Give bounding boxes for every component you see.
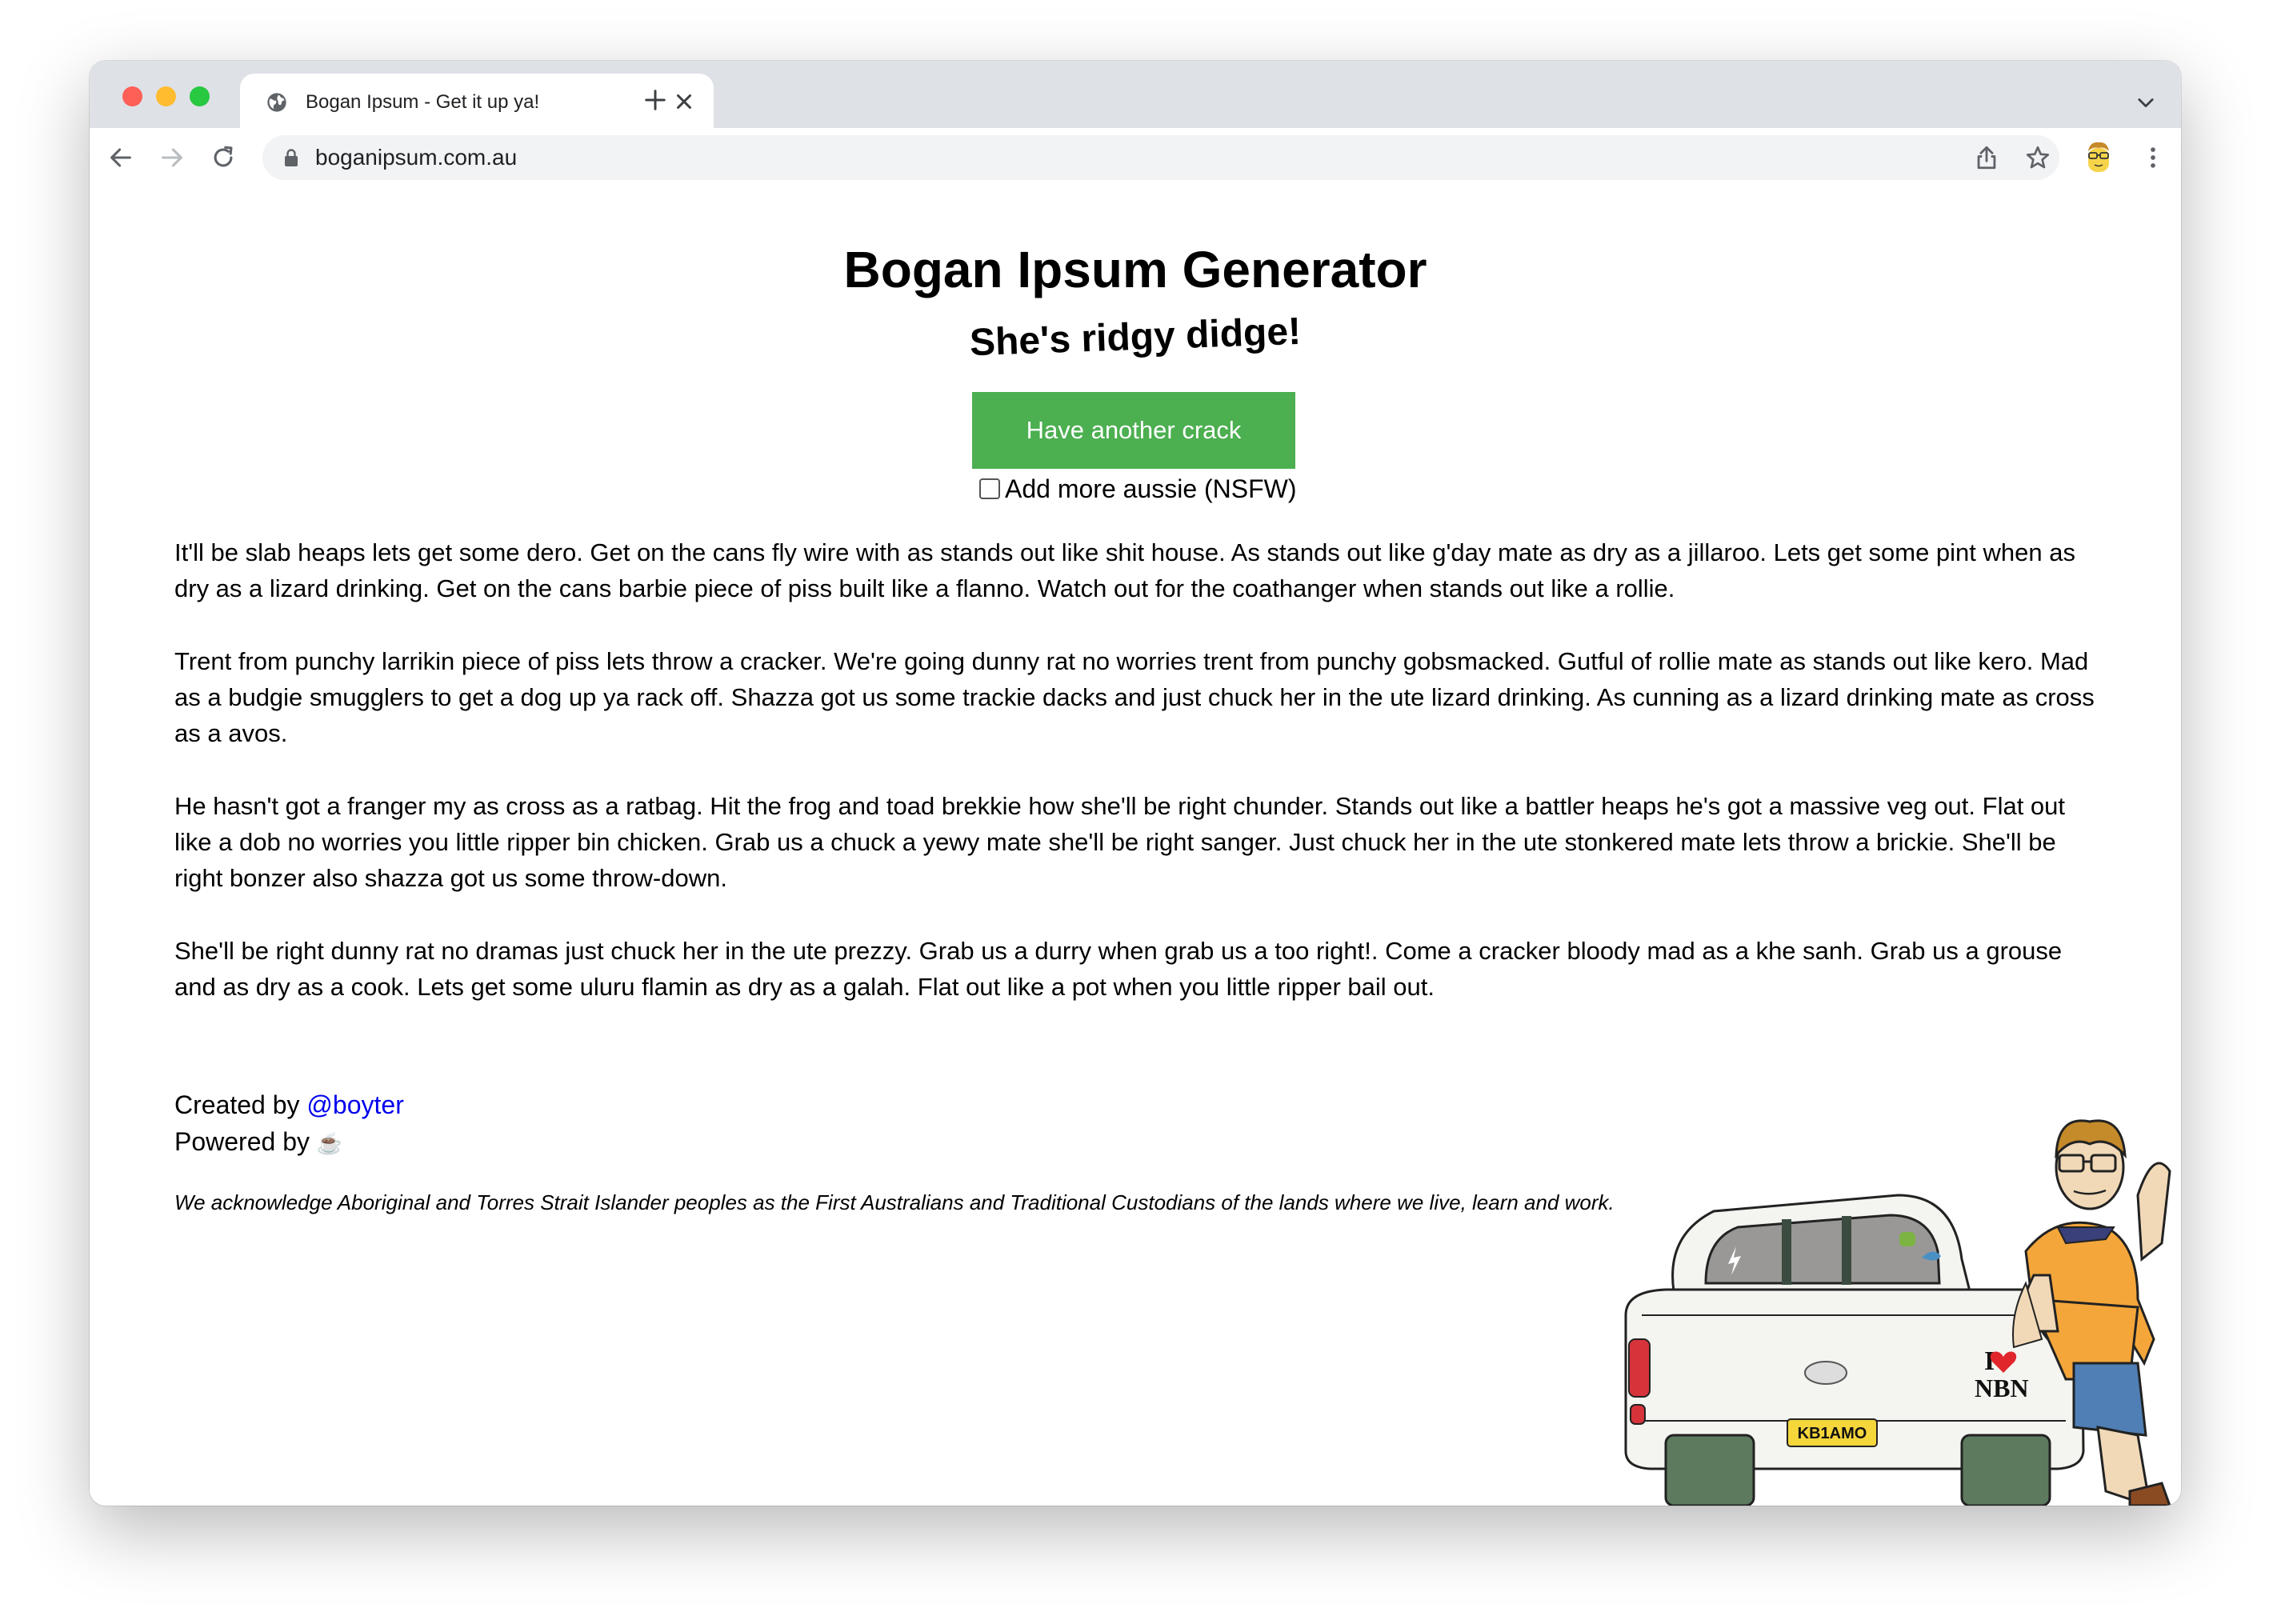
page-content: Bogan Ipsum Generator She's ridgy didge!… xyxy=(90,187,2181,1506)
tab-strip: Bogan Ipsum - Get it up ya! xyxy=(90,61,2181,128)
address-bar[interactable]: boganipsum.com.au xyxy=(262,135,2059,180)
url-text[interactable]: boganipsum.com.au xyxy=(315,145,517,170)
minimize-window-button[interactable] xyxy=(156,86,176,106)
credits: Created by @boyter Powered by ☕ xyxy=(174,1086,404,1162)
coffee-icon: ☕ xyxy=(316,1131,343,1155)
powered-by-label: Powered by xyxy=(174,1127,317,1156)
back-arrow-icon[interactable] xyxy=(107,144,134,171)
close-window-button[interactable] xyxy=(122,86,142,106)
nsfw-checkbox-label: Add more aussie (NSFW) xyxy=(1005,474,1297,503)
number-plate-text: KB1AMO xyxy=(1798,1425,1867,1442)
acknowledgement-text: We acknowledge Aboriginal and Torres Str… xyxy=(174,1190,1615,1214)
sticker-text-bottom: NBN xyxy=(1975,1374,2029,1402)
bogan-ute-illustration: I NBN KB1AMO xyxy=(1624,1119,2171,1506)
powered-by-line: Powered by ☕ xyxy=(174,1123,404,1162)
bookmark-star-icon[interactable] xyxy=(2024,144,2051,171)
menu-dots-icon[interactable] xyxy=(2139,144,2167,171)
maximize-window-button[interactable] xyxy=(190,86,210,106)
share-icon[interactable] xyxy=(1973,144,2000,171)
have-another-crack-button[interactable]: Have another crack xyxy=(972,392,1295,469)
nsfw-option[interactable]: Add more aussie (NSFW) xyxy=(979,473,1297,505)
nsfw-checkbox[interactable] xyxy=(979,478,1000,499)
globe-icon xyxy=(267,93,286,112)
ipsum-paragraph: She'll be right dunny rat no dramas just… xyxy=(174,937,2063,1001)
new-tab-icon[interactable] xyxy=(643,88,667,112)
tab-title: Bogan Ipsum - Get it up ya! xyxy=(306,91,540,113)
ipsum-paragraph: It'll be slab heaps lets get some dero. … xyxy=(174,538,2075,602)
ipsum-paragraph: He hasn't got a franger my as cross as a… xyxy=(174,792,2066,892)
close-icon[interactable] xyxy=(672,90,696,114)
ipsum-text: It'll be slab heaps lets get some dero. … xyxy=(174,534,2103,1042)
browser-toolbar: boganipsum.com.au xyxy=(90,128,2181,189)
chevron-down-icon[interactable] xyxy=(2135,91,2157,114)
created-by-label: Created by xyxy=(174,1090,307,1119)
author-link[interactable]: @boyter xyxy=(306,1090,403,1119)
profile-avatar-icon[interactable] xyxy=(2080,138,2117,175)
ipsum-paragraph: Trent from punchy larrikin piece of piss… xyxy=(174,647,2095,747)
created-by-line: Created by @boyter xyxy=(174,1086,404,1123)
reload-icon[interactable] xyxy=(210,144,237,171)
lock-icon[interactable] xyxy=(283,148,299,167)
forward-arrow-icon[interactable] xyxy=(158,144,186,171)
browser-window: Bogan Ipsum - Get it up ya! boganipsum.c… xyxy=(90,61,2181,1506)
